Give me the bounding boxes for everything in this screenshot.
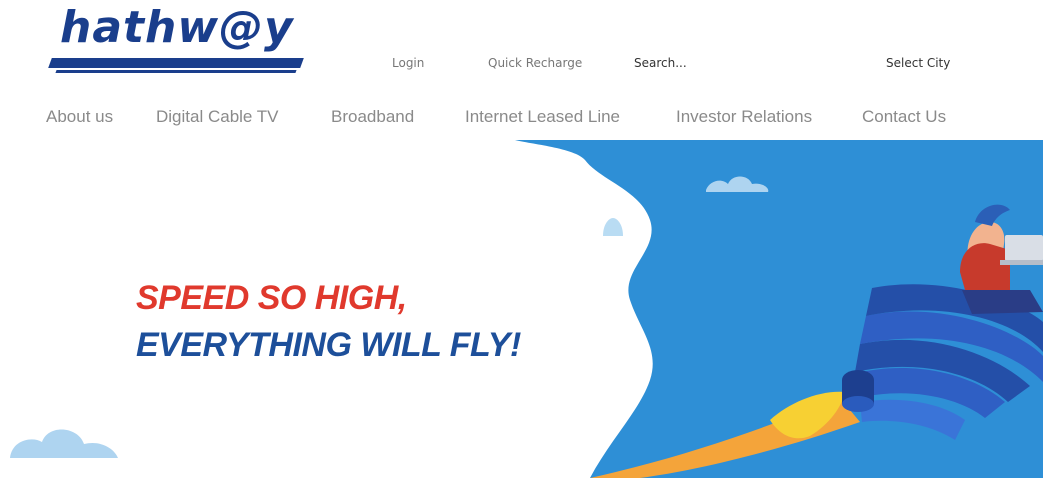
hero-headline-line1: SPEED SO HIGH, (136, 279, 407, 317)
nav-item-broadband[interactable]: Broadband (331, 107, 414, 127)
cloud-icon (10, 429, 118, 458)
main-nav: About us Digital Cable TV Broadband Inte… (0, 107, 1043, 131)
hot-air-balloon-icon (597, 218, 629, 267)
logo-underline (48, 58, 304, 68)
login-link[interactable]: Login (392, 56, 424, 70)
hero-banner[interactable]: SPEED SO HIGH, EVERYTHING WILL FLY! (0, 140, 1043, 478)
logo-underline-thin (55, 70, 297, 73)
nav-item-internet-leased-line[interactable]: Internet Leased Line (465, 107, 620, 127)
hathway-logo[interactable]: hathw@y (48, 2, 332, 74)
select-city-dropdown[interactable]: Select City (886, 56, 950, 70)
nav-item-digital-cable-tv[interactable]: Digital Cable TV (156, 107, 279, 127)
nav-item-about-us[interactable]: About us (46, 107, 113, 127)
nav-item-investor-relations[interactable]: Investor Relations (676, 107, 812, 127)
quick-recharge-link[interactable]: Quick Recharge (488, 56, 582, 70)
search-input[interactable] (630, 52, 808, 74)
logo-text: hathw@y (60, 2, 294, 53)
hero-headline-line2: EVERYTHING WILL FLY! (136, 326, 521, 364)
nav-item-contact-us[interactable]: Contact Us (862, 107, 946, 127)
